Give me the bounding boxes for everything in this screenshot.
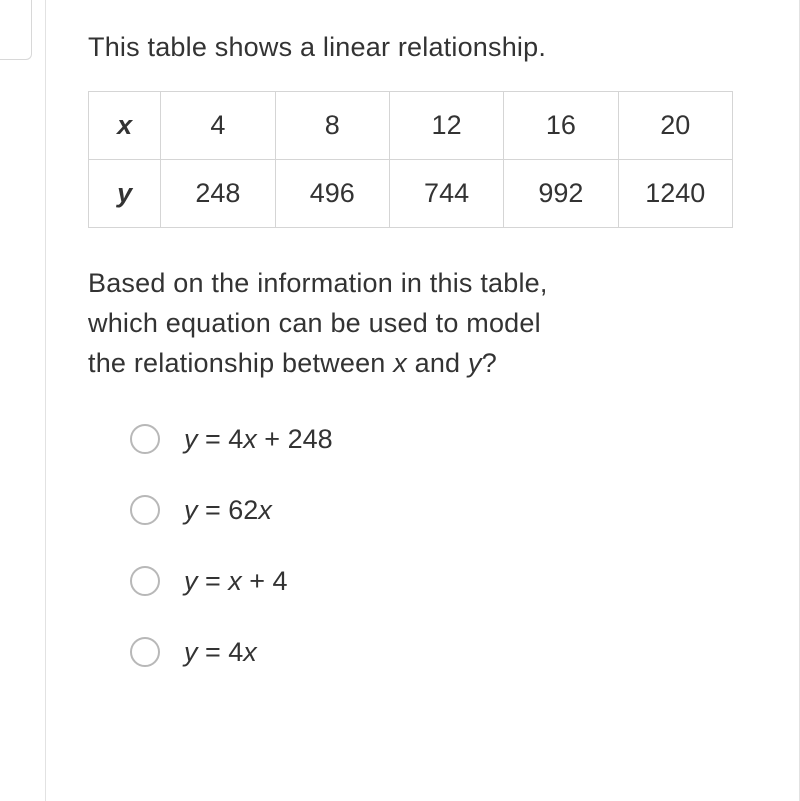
table-cell: 20 xyxy=(618,92,732,160)
row-header-y: y xyxy=(89,160,161,228)
table-row: y 248 496 744 992 1240 xyxy=(89,160,733,228)
option-b[interactable]: y = 62x xyxy=(130,495,761,526)
options-group: y = 4x + 248 y = 62x y = x + 4 y = 4x xyxy=(88,424,761,668)
table-cell: 12 xyxy=(389,92,503,160)
option-label: y = 62x xyxy=(184,495,272,526)
intro-text: This table shows a linear relationship. xyxy=(88,32,761,63)
question-line: the relationship between xyxy=(88,348,393,378)
variable-y: y xyxy=(468,348,482,378)
left-edge-tab xyxy=(0,0,32,60)
option-a[interactable]: y = 4x + 248 xyxy=(130,424,761,455)
table-cell: 4 xyxy=(161,92,275,160)
table-cell: 992 xyxy=(504,160,618,228)
table-cell: 248 xyxy=(161,160,275,228)
radio-button[interactable] xyxy=(130,637,160,667)
row-header-x: x xyxy=(89,92,161,160)
question-panel: This table shows a linear relationship. … xyxy=(45,0,800,801)
question-line: and xyxy=(407,348,468,378)
question-line: Based on the information in this table, xyxy=(88,268,548,298)
data-table: x 4 8 12 16 20 y 248 496 744 992 1240 xyxy=(88,91,733,228)
question-line: which equation can be used to model xyxy=(88,308,541,338)
radio-button[interactable] xyxy=(130,566,160,596)
radio-button[interactable] xyxy=(130,424,160,454)
table-row: x 4 8 12 16 20 xyxy=(89,92,733,160)
radio-button[interactable] xyxy=(130,495,160,525)
option-label: y = 4x xyxy=(184,637,257,668)
table-cell: 744 xyxy=(389,160,503,228)
question-line: ? xyxy=(482,348,497,378)
variable-x: x xyxy=(393,348,407,378)
option-d[interactable]: y = 4x xyxy=(130,637,761,668)
option-c[interactable]: y = x + 4 xyxy=(130,566,761,597)
table-cell: 16 xyxy=(504,92,618,160)
table-cell: 8 xyxy=(275,92,389,160)
table-cell: 496 xyxy=(275,160,389,228)
question-text: Based on the information in this table, … xyxy=(88,264,761,384)
option-label: y = x + 4 xyxy=(184,566,288,597)
table-cell: 1240 xyxy=(618,160,732,228)
option-label: y = 4x + 248 xyxy=(184,424,333,455)
